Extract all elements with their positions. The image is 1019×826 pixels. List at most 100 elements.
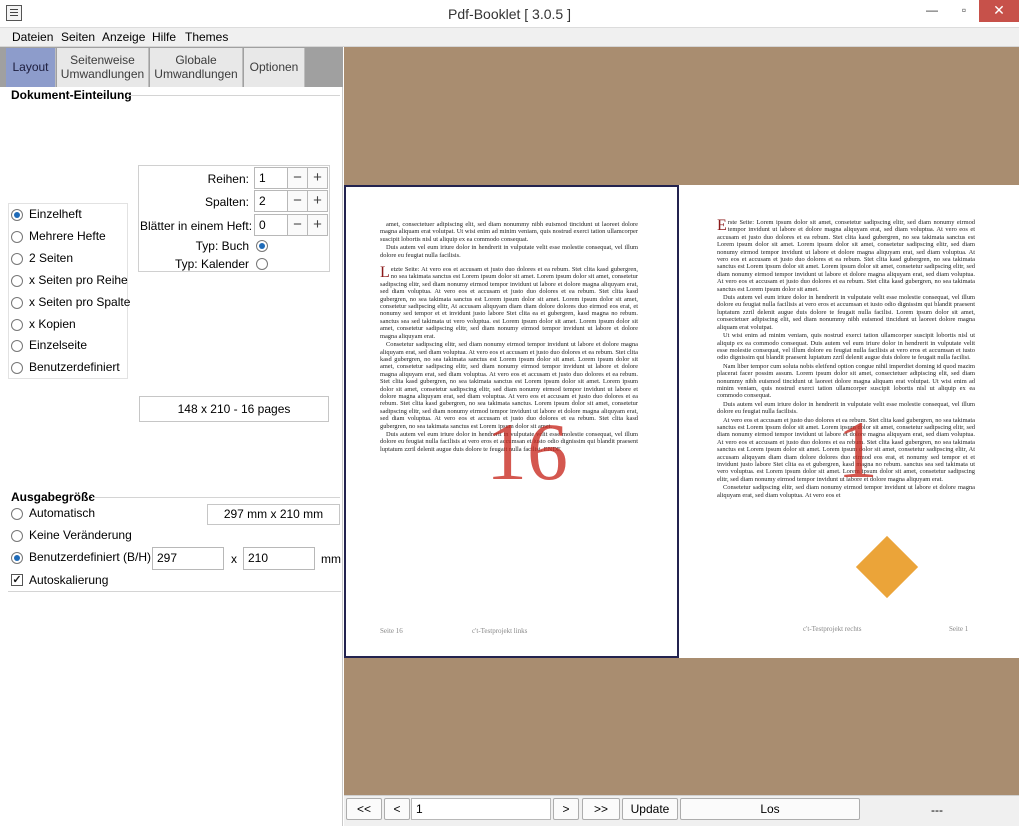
label-benutzerdefiniert: Benutzerdefiniert: [29, 360, 120, 374]
radio-x-seiten-pro-reihe[interactable]: [11, 275, 23, 287]
footer-page-number-right: Seite 1: [949, 625, 969, 633]
maximize-button[interactable]: ▫: [948, 0, 980, 22]
next-page-button[interactable]: >: [553, 798, 579, 820]
minimize-button[interactable]: —: [916, 0, 948, 22]
sheets-increment-button[interactable]: +: [307, 214, 328, 236]
columns-increment-button[interactable]: +: [307, 190, 328, 212]
paragraph: Duis autem vel eum iriure dolor in hendr…: [717, 294, 975, 331]
footer-title-right: c't-Testprojekt rechts: [803, 625, 862, 633]
autoscale-checkbox[interactable]: ✓: [11, 574, 23, 586]
tab-optionen[interactable]: Optionen: [244, 48, 305, 87]
page-number-overlay-left: 16: [486, 406, 568, 497]
radio-keine-veraenderung[interactable]: [11, 530, 23, 542]
custom-height-input[interactable]: 210: [243, 547, 315, 570]
footer-page-number-left: Seite 16: [380, 627, 403, 635]
type-calendar-label: Typ: Kalender: [174, 257, 249, 271]
paragraph: Erste Seite: Lorem ipsum dolor sit amet,…: [717, 217, 975, 293]
tab-layout[interactable]: Layout: [6, 48, 56, 87]
paragraph: amet, consectetuer adipiscing elit, sed …: [380, 221, 638, 243]
label-2-seiten: 2 Seiten: [29, 251, 74, 265]
booklet-preview[interactable]: amet, consectetuer adipiscing elit, sed …: [344, 47, 1019, 795]
sheets-label: Blätter in einem Heft:: [140, 219, 253, 233]
update-button[interactable]: Update: [622, 798, 678, 820]
label-keine-veraenderung: Keine Veränderung: [29, 528, 132, 542]
tab-globale-umwandlungen[interactable]: Globale Umwandlungen: [150, 48, 243, 87]
sheets-input[interactable]: 0: [254, 214, 288, 236]
label-autoskalierung: Autoskalierung: [29, 573, 109, 587]
menu-themes[interactable]: Themes: [185, 30, 228, 44]
tab-bar: Layout Seitenweise Umwandlungen Globale …: [0, 47, 343, 87]
radio-einzelheft[interactable]: [11, 209, 23, 221]
last-page-button[interactable]: >>: [582, 798, 620, 820]
radio-x-seiten-pro-spalte[interactable]: [11, 297, 23, 309]
columns-decrement-button[interactable]: −: [287, 190, 308, 212]
columns-input[interactable]: 2: [254, 190, 288, 212]
radio-automatisch[interactable]: [11, 508, 23, 520]
rows-label: Reihen:: [207, 172, 249, 186]
orange-marker-shape: [855, 535, 919, 599]
close-button[interactable]: ✕: [979, 0, 1019, 22]
columns-label: Spalten:: [204, 195, 249, 209]
size-separator: x: [231, 552, 237, 566]
paragraph: Duis autem vel eum iriure dolor in hendr…: [380, 244, 638, 259]
menu-anzeige[interactable]: Anzeige: [102, 30, 145, 44]
paragraph: Ut wisi enim ad minim veniam, quis nostr…: [717, 332, 975, 362]
menu-bar: Dateien Seiten Anzeige Hilfe Themes: [0, 28, 1019, 47]
menu-dateien[interactable]: Dateien: [12, 30, 53, 44]
radio-type-calendar[interactable]: [256, 258, 268, 270]
title-bar: Pdf-Booklet [ 3.0.5 ] — ▫ ✕: [0, 0, 1019, 28]
label-automatisch: Automatisch: [29, 506, 96, 520]
menu-hilfe[interactable]: Hilfe: [152, 30, 176, 44]
label-einzelseite: Einzelseite: [29, 338, 88, 352]
section-title-ausgabegroesse: Ausgabegröße: [11, 490, 96, 504]
paragraph-text: etzte Seite: At vero eos et accusam et j…: [380, 266, 638, 340]
footer-title-left: c't-Testprojekt links: [472, 627, 528, 635]
radio-x-kopien[interactable]: [11, 319, 23, 331]
rows-decrement-button[interactable]: −: [287, 167, 308, 189]
page-number-overlay-right: 1: [837, 404, 878, 495]
page-navigation-bar: << < 1 > >> Update Los ---: [344, 795, 1019, 826]
menu-seiten[interactable]: Seiten: [61, 30, 95, 44]
custom-width-input[interactable]: 297: [152, 547, 224, 570]
auto-size-display: 297 mm x 210 mm: [207, 504, 340, 525]
label-x-seiten-pro-spalte: x Seiten pro Spalte: [29, 295, 131, 309]
window-title: Pdf-Booklet [ 3.0.5 ]: [448, 6, 571, 22]
page-number-input[interactable]: 1: [411, 798, 551, 820]
label-benutzerdefiniert-bh: Benutzerdefiniert (B/H): [29, 550, 152, 564]
paragraph: Letzte Seite: At vero eos et accusam et …: [380, 264, 638, 340]
label-einzelheft: Einzelheft: [29, 207, 82, 221]
radio-benutzerdefiniert-bh[interactable]: [11, 552, 23, 564]
radio-benutzerdefiniert[interactable]: [11, 362, 23, 374]
tab-label-line1: Globale: [175, 53, 217, 67]
label-mehrere-hefte: Mehrere Hefte: [29, 229, 106, 243]
preview-page-left[interactable]: amet, consectetuer adipiscing elit, sed …: [344, 185, 679, 658]
dropcap: L: [380, 264, 390, 282]
radio-mehrere-hefte[interactable]: [11, 231, 23, 243]
label-x-kopien: x Kopien: [29, 317, 76, 331]
radio-2-seiten[interactable]: [11, 253, 23, 265]
label-x-seiten-pro-reihe: x Seiten pro Reihe: [29, 273, 128, 287]
rows-increment-button[interactable]: +: [307, 167, 328, 189]
section-divider: [8, 591, 341, 592]
tab-label-line2: Umwandlungen: [154, 67, 238, 81]
sheets-decrement-button[interactable]: −: [287, 214, 308, 236]
first-page-button[interactable]: <<: [346, 798, 382, 820]
tab-seitenweise-umwandlungen[interactable]: Seitenweise Umwandlungen: [57, 48, 149, 87]
document-summary: 148 x 210 - 16 pages: [139, 396, 329, 422]
tab-label-line2: Umwandlungen: [60, 67, 145, 81]
settings-panel: Layout Seitenweise Umwandlungen Globale …: [0, 47, 343, 826]
status-indicator: ---: [931, 803, 943, 817]
type-book-label: Typ: Buch: [195, 239, 249, 253]
paragraph: Nam liber tempor cum soluta nobis eleife…: [717, 362, 975, 400]
radio-einzelseite[interactable]: [11, 340, 23, 352]
rows-input[interactable]: 1: [254, 167, 288, 189]
section-divider: [92, 497, 340, 498]
section-title-dokument-einteilung: Dokument-Einteilung: [11, 88, 132, 102]
radio-type-book[interactable]: [256, 240, 268, 252]
preview-page-right[interactable]: Erste Seite: Lorem ipsum dolor sit amet,…: [679, 185, 1019, 658]
size-unit: mm: [321, 552, 341, 566]
section-divider: [128, 95, 340, 96]
go-button[interactable]: Los: [680, 798, 860, 820]
dropcap: E: [717, 217, 727, 234]
previous-page-button[interactable]: <: [384, 798, 410, 820]
